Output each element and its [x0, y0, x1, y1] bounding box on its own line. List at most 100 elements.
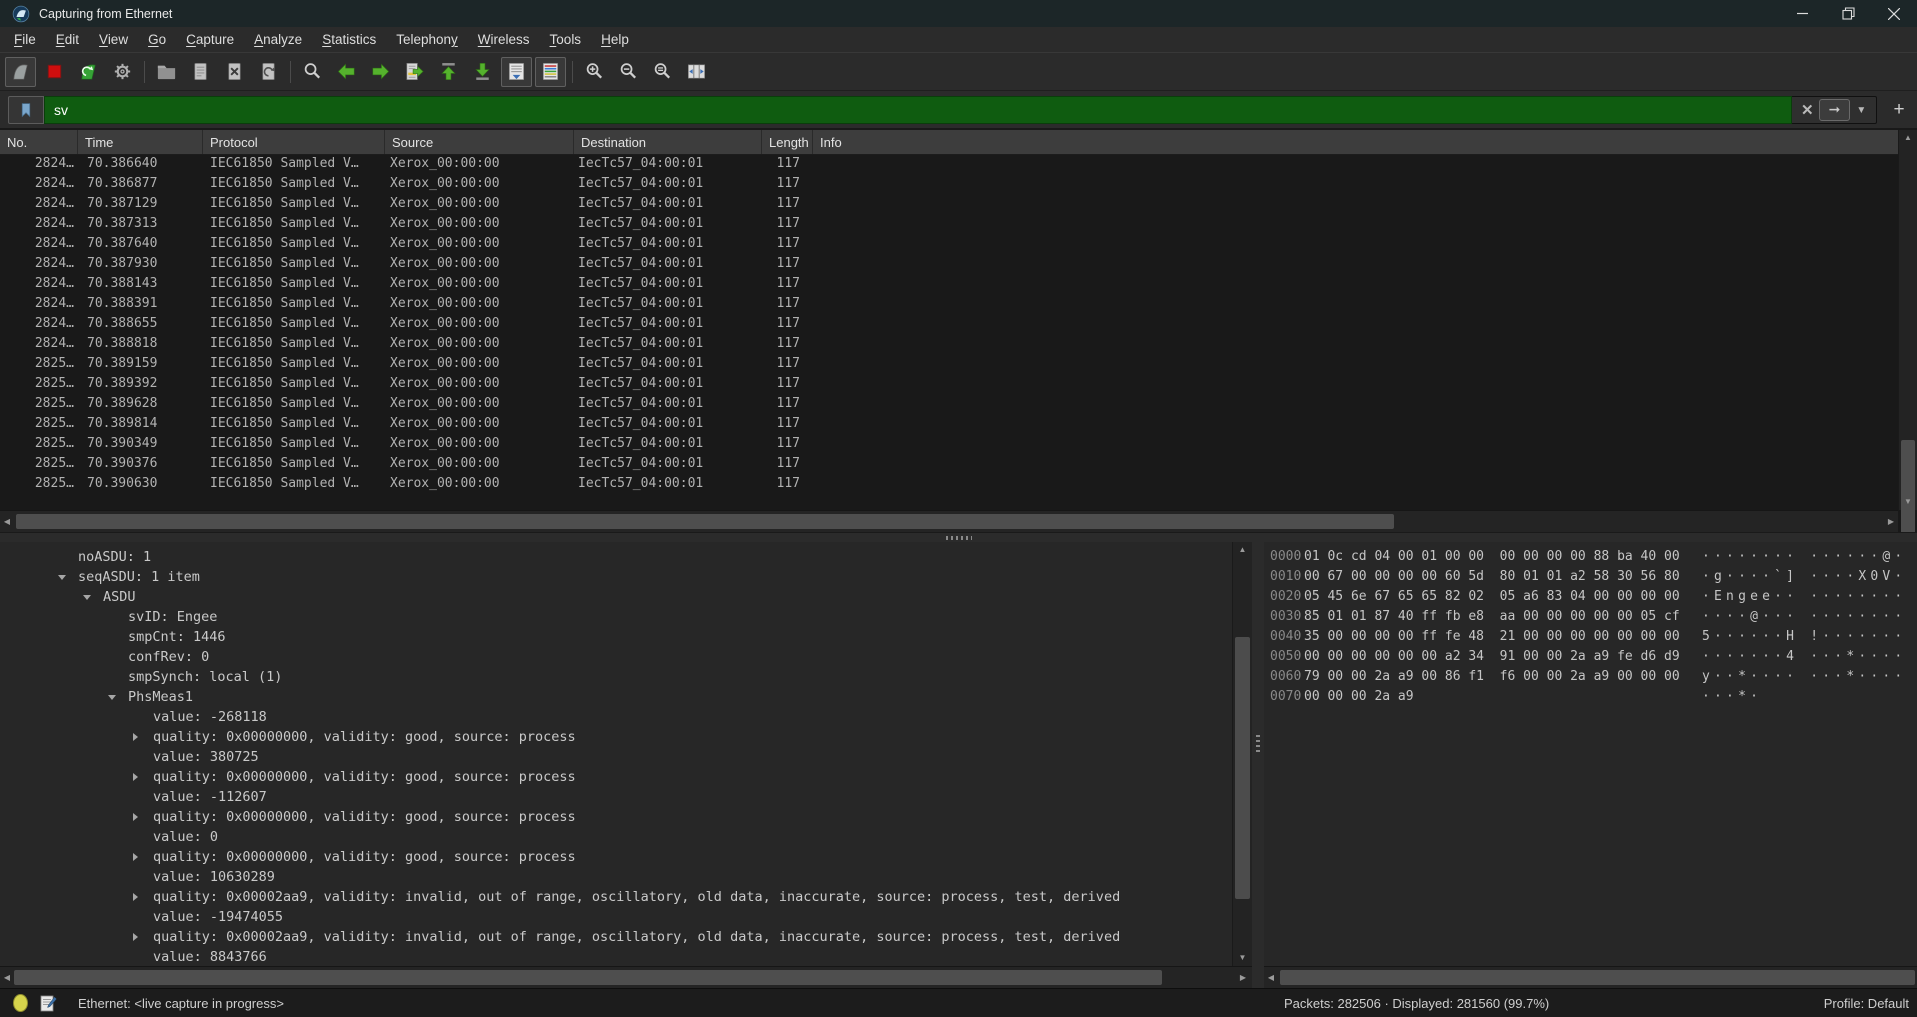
- find-packet-button[interactable]: [297, 57, 328, 87]
- detail-vertical-scrollbar[interactable]: ▲ ▼: [1232, 542, 1252, 966]
- first-packet-button[interactable]: [433, 57, 464, 87]
- packet-row[interactable]: 2825…70.390630IEC61850 Sampled V…Xerox_0…: [0, 474, 1898, 494]
- scroll-left-icon[interactable]: ◀: [0, 967, 14, 988]
- detail-tree-item[interactable]: quality: 0x00002aa9, validity: invalid, …: [0, 927, 1232, 947]
- menu-statistics[interactable]: Statistics: [312, 29, 386, 50]
- detail-tree-item[interactable]: quality: 0x00000000, validity: good, sou…: [0, 767, 1232, 787]
- maximize-button[interactable]: [1825, 0, 1871, 27]
- hex-row[interactable]: 004035 00 00 00 00 ff fe 48 21 00 00 00 …: [1264, 627, 1917, 647]
- scroll-right-icon[interactable]: ▶: [1884, 511, 1898, 532]
- column-header-time[interactable]: Time: [78, 130, 203, 154]
- detail-tree-item[interactable]: PhsMeas1: [0, 687, 1232, 707]
- column-header-length[interactable]: Length: [762, 130, 813, 154]
- zoom-reset-button[interactable]: [647, 57, 678, 87]
- packet-row[interactable]: 2824…70.388655IEC61850 Sampled V…Xerox_0…: [0, 314, 1898, 334]
- restart-capture-button[interactable]: [73, 57, 104, 87]
- pane-splitter-vertical[interactable]: [1252, 542, 1264, 966]
- goto-packet-button[interactable]: [399, 57, 430, 87]
- menu-help[interactable]: Help: [591, 29, 639, 50]
- menu-view[interactable]: View: [89, 29, 138, 50]
- colorize-button[interactable]: [535, 57, 566, 87]
- hex-row[interactable]: 007000 00 00 2a a9···*·: [1264, 687, 1917, 707]
- open-file-button[interactable]: [151, 57, 182, 87]
- menu-capture[interactable]: Capture: [176, 29, 244, 50]
- expand-icon[interactable]: [133, 853, 138, 861]
- reload-file-button[interactable]: [253, 57, 284, 87]
- scrollbar-thumb[interactable]: [1280, 970, 1915, 985]
- packet-row[interactable]: 2824…70.387640IEC61850 Sampled V…Xerox_0…: [0, 234, 1898, 254]
- save-file-button[interactable]: [185, 57, 216, 87]
- detail-tree-item[interactable]: value: 380725: [0, 747, 1232, 767]
- menu-go[interactable]: Go: [138, 29, 176, 50]
- hex-row[interactable]: 003085 01 01 87 40 ff fb e8 aa 00 00 00 …: [1264, 607, 1917, 627]
- scrollbar-thumb[interactable]: [1235, 637, 1250, 899]
- detail-horizontal-scrollbar[interactable]: ◀ ▶: [0, 966, 1252, 988]
- scroll-right-icon[interactable]: ▶: [1236, 967, 1250, 988]
- hex-row[interactable]: 001000 67 00 00 00 00 60 5d 80 01 01 a2 …: [1264, 567, 1917, 587]
- detail-tree-item[interactable]: quality: 0x00000000, validity: good, sou…: [0, 847, 1232, 867]
- menu-telephony[interactable]: Telephony: [386, 29, 468, 50]
- packet-list-vertical-scrollbar[interactable]: ▲ ▼: [1898, 130, 1917, 510]
- display-filter-input[interactable]: [44, 96, 1792, 124]
- hex-row[interactable]: 000001 0c cd 04 00 01 00 00 00 00 00 00 …: [1264, 547, 1917, 567]
- collapse-icon[interactable]: [108, 695, 116, 700]
- filter-apply-button[interactable]: ➞: [1819, 99, 1851, 121]
- menu-wireless[interactable]: Wireless: [468, 29, 540, 50]
- packet-row[interactable]: 2824…70.388143IEC61850 Sampled V…Xerox_0…: [0, 274, 1898, 294]
- capture-options-button[interactable]: [107, 57, 138, 87]
- scroll-left-icon[interactable]: ◀: [0, 511, 14, 532]
- hex-horizontal-scrollbar[interactable]: ◀: [1264, 966, 1917, 988]
- packet-list-horizontal-scrollbar[interactable]: ◀ ▶: [0, 510, 1898, 532]
- packet-row[interactable]: 2825…70.389392IEC61850 Sampled V…Xerox_0…: [0, 374, 1898, 394]
- close-file-button[interactable]: [219, 57, 250, 87]
- zoom-out-button[interactable]: [613, 57, 644, 87]
- packet-row[interactable]: 2825…70.390349IEC61850 Sampled V…Xerox_0…: [0, 434, 1898, 454]
- next-packet-button[interactable]: [365, 57, 396, 87]
- filter-bookmark-button[interactable]: [8, 96, 44, 124]
- expand-icon[interactable]: [133, 773, 138, 781]
- hex-row[interactable]: 005000 00 00 00 00 00 a2 34 91 00 00 2a …: [1264, 647, 1917, 667]
- menu-tools[interactable]: Tools: [540, 29, 592, 50]
- detail-tree-item[interactable]: value: 10630289: [0, 867, 1232, 887]
- packet-row[interactable]: 2824…70.387930IEC61850 Sampled V…Xerox_0…: [0, 254, 1898, 274]
- packet-row[interactable]: 2825…70.390376IEC61850 Sampled V…Xerox_0…: [0, 454, 1898, 474]
- detail-tree-item[interactable]: value: -112607: [0, 787, 1232, 807]
- detail-tree-item[interactable]: confRev: 0: [0, 647, 1232, 667]
- expand-icon[interactable]: [133, 733, 138, 741]
- previous-packet-button[interactable]: [331, 57, 362, 87]
- packet-row[interactable]: 2825…70.389628IEC61850 Sampled V…Xerox_0…: [0, 394, 1898, 414]
- last-packet-button[interactable]: [467, 57, 498, 87]
- column-header-no[interactable]: No.: [0, 130, 78, 154]
- auto-scroll-button[interactable]: [501, 57, 532, 87]
- stop-capture-button[interactable]: [39, 57, 70, 87]
- detail-tree-item[interactable]: svID: Engee: [0, 607, 1232, 627]
- start-capture-button[interactable]: [5, 57, 36, 87]
- pane-splitter-horizontal[interactable]: [0, 532, 1917, 542]
- packet-row[interactable]: 2824…70.387129IEC61850 Sampled V…Xerox_0…: [0, 194, 1898, 214]
- menu-edit[interactable]: Edit: [46, 29, 89, 50]
- scroll-up-icon[interactable]: ▲: [1899, 131, 1917, 145]
- packet-row[interactable]: 2824…70.386877IEC61850 Sampled V…Xerox_0…: [0, 174, 1898, 194]
- collapse-icon[interactable]: [58, 575, 66, 580]
- packet-row[interactable]: 2824…70.386640IEC61850 Sampled V…Xerox_0…: [0, 154, 1898, 174]
- detail-tree-item[interactable]: value: 8843766: [0, 947, 1232, 966]
- scroll-down-icon[interactable]: ▼: [1233, 951, 1252, 965]
- collapse-icon[interactable]: [83, 595, 91, 600]
- scroll-down-icon[interactable]: ▼: [1899, 495, 1917, 509]
- filter-clear-button[interactable]: ✕: [1796, 101, 1819, 119]
- detail-tree-item[interactable]: value: 0: [0, 827, 1232, 847]
- zoom-in-button[interactable]: [579, 57, 610, 87]
- detail-tree-item[interactable]: smpCnt: 1446: [0, 627, 1232, 647]
- hex-row[interactable]: 006079 00 00 2a a9 00 86 f1 f6 00 00 2a …: [1264, 667, 1917, 687]
- detail-tree-item[interactable]: quality: 0x00002aa9, validity: invalid, …: [0, 887, 1232, 907]
- packet-row[interactable]: 2824…70.388818IEC61850 Sampled V…Xerox_0…: [0, 334, 1898, 354]
- detail-tree-item[interactable]: quality: 0x00000000, validity: good, sou…: [0, 727, 1232, 747]
- scroll-left-icon[interactable]: ◀: [1264, 967, 1278, 988]
- detail-tree-item[interactable]: value: -268118: [0, 707, 1232, 727]
- detail-tree-item[interactable]: seqASDU: 1 item: [0, 567, 1232, 587]
- column-header-info[interactable]: Info: [813, 130, 1898, 154]
- detail-tree-item[interactable]: noASDU: 1: [0, 547, 1232, 567]
- packet-row[interactable]: 2825…70.389814IEC61850 Sampled V…Xerox_0…: [0, 414, 1898, 434]
- minimize-button[interactable]: [1779, 0, 1825, 27]
- expand-icon[interactable]: [133, 893, 138, 901]
